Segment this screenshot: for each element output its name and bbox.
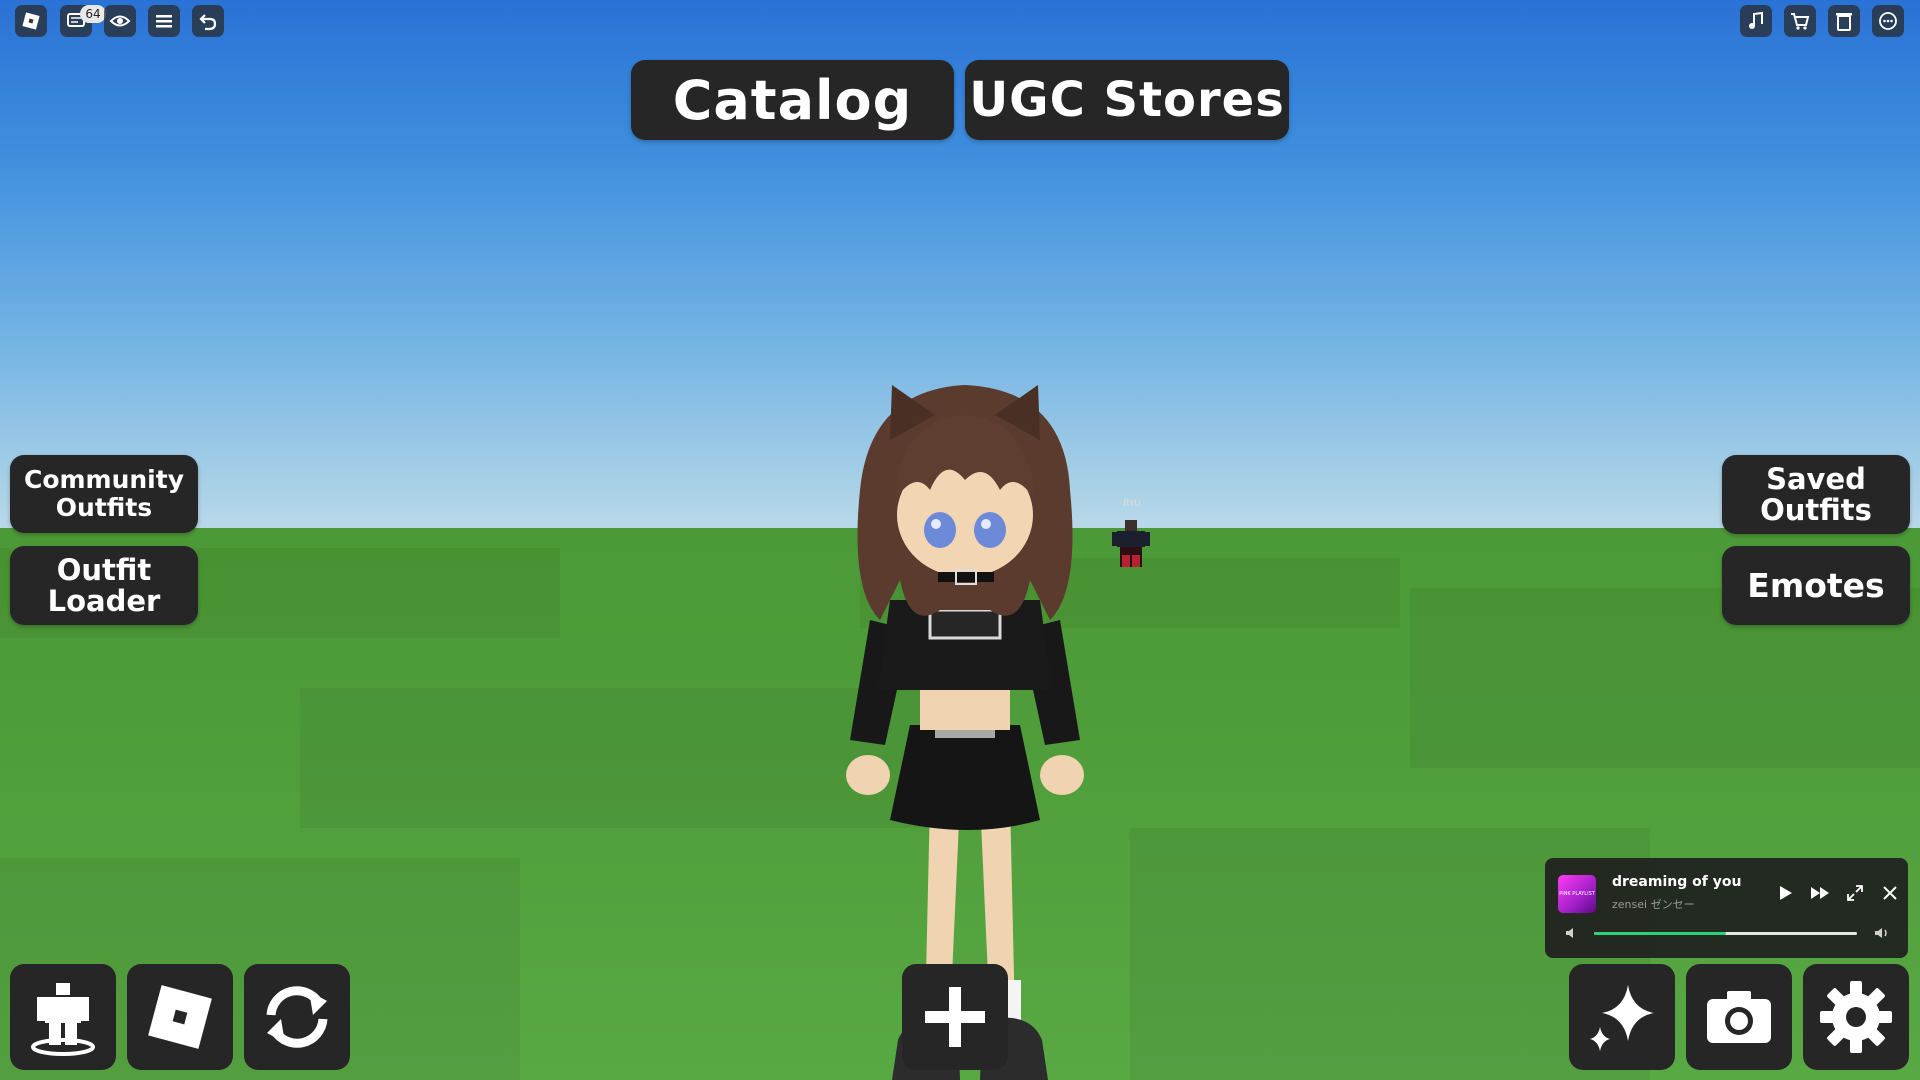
settings-gear-icon <box>1820 981 1892 1053</box>
volume-low-icon[interactable] <box>1563 924 1581 942</box>
eye-icon <box>109 15 131 27</box>
close-icon <box>1883 886 1897 900</box>
expand-button[interactable] <box>1842 880 1868 906</box>
sparkles-icon <box>1590 985 1654 1051</box>
song-artist: zensei ゼンセー <box>1612 898 1695 911</box>
undo-icon <box>199 14 217 31</box>
more-button[interactable] <box>1872 5 1904 37</box>
skip-button[interactable] <box>1807 880 1833 906</box>
play-button[interactable] <box>1772 880 1798 906</box>
camera-icon <box>1707 991 1771 1043</box>
avatar-rotate-icon <box>31 983 95 1056</box>
expand-icon <box>1847 885 1863 901</box>
music-note-icon <box>1749 11 1763 29</box>
game-viewport[interactable]: RYU 64 Catalog UGC Stores Community Outf… <box>0 0 1920 1080</box>
notification-count-badge: 64 <box>80 5 106 23</box>
roblox-menu-button[interactable] <box>15 5 47 37</box>
progress-fill <box>1594 932 1726 935</box>
camera-button[interactable] <box>1686 964 1792 1070</box>
close-button[interactable] <box>1877 880 1903 906</box>
add-icon <box>925 987 985 1047</box>
community-outfits-button[interactable]: Community Outfits <box>10 455 198 533</box>
cart-icon <box>1791 13 1810 30</box>
music-player: PINK PLAYLIST dreaming of you zensei ゼンセ… <box>1545 858 1908 958</box>
avatar-rotate-button[interactable] <box>10 964 116 1070</box>
npc-nametag: RYU <box>1123 499 1141 509</box>
ugc-stores-button[interactable]: UGC Stores <box>965 60 1289 140</box>
catalog-button[interactable]: Catalog <box>631 60 954 140</box>
refresh-button[interactable] <box>244 964 350 1070</box>
trash-button[interactable] <box>1828 5 1860 37</box>
roblox-menu-icon <box>22 12 40 30</box>
npc-avatar[interactable] <box>1108 520 1154 570</box>
visibility-button[interactable] <box>104 5 136 37</box>
refresh-icon <box>266 986 328 1048</box>
settings-button[interactable] <box>1803 964 1909 1070</box>
roblox-logo-icon <box>148 985 212 1049</box>
emotes-button[interactable]: Emotes <box>1722 546 1910 625</box>
cart-button[interactable] <box>1784 5 1816 37</box>
saved-outfits-button[interactable]: Saved Outfits <box>1722 455 1910 534</box>
roblox-logo-button[interactable] <box>127 964 233 1070</box>
music-button[interactable] <box>1740 5 1772 37</box>
outfit-loader-button[interactable]: Outfit Loader <box>10 546 198 625</box>
song-title: dreaming of you <box>1612 874 1742 890</box>
effects-button[interactable] <box>1569 964 1675 1070</box>
volume-high-icon[interactable] <box>1873 924 1891 942</box>
more-icon <box>1879 12 1897 30</box>
progress-track[interactable] <box>1594 932 1857 935</box>
menu-button[interactable] <box>148 5 180 37</box>
album-art: PINK PLAYLIST <box>1558 875 1596 913</box>
add-button[interactable] <box>902 964 1008 1070</box>
undo-button[interactable] <box>192 5 224 37</box>
trash-icon <box>1836 13 1852 31</box>
play-icon <box>1780 886 1792 900</box>
hamburger-menu-icon <box>156 15 172 28</box>
fast-forward-icon <box>1811 887 1829 899</box>
